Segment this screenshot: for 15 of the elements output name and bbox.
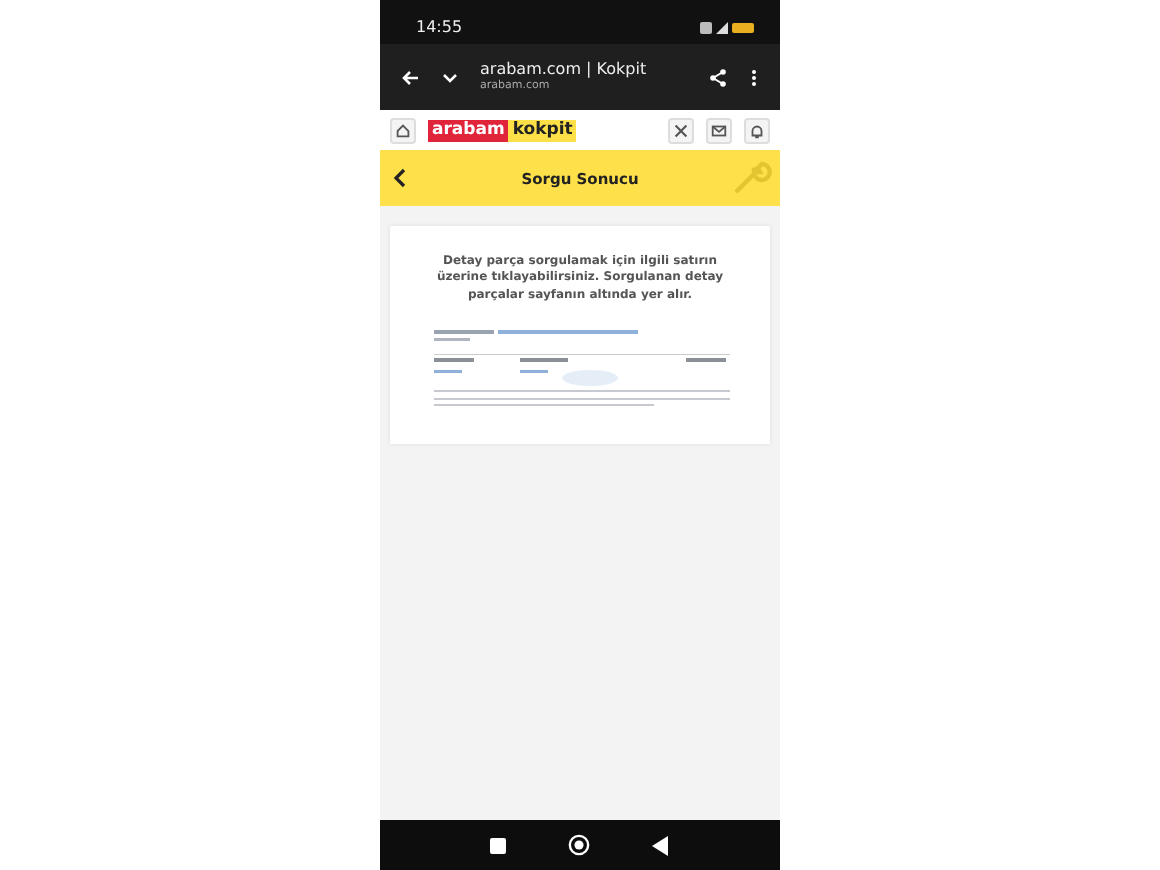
status-icons (700, 20, 756, 36)
logo-text[interactable]: kokpit (508, 119, 577, 141)
back-icon[interactable] (392, 168, 408, 188)
page-title: arabam.com | Kokpit (480, 60, 649, 79)
more-icon[interactable] (748, 67, 760, 87)
home-icon[interactable] (390, 117, 416, 143)
back-arrow-icon[interactable] (400, 67, 420, 87)
mail-icon[interactable] (706, 117, 732, 143)
back-triangle-icon[interactable] (651, 835, 670, 855)
logo-text[interactable]: arabam (428, 119, 509, 141)
share-icon[interactable] (708, 67, 728, 87)
home-button-icon[interactable] (567, 834, 590, 856)
clock: 14:55 (416, 18, 463, 36)
bell-icon[interactable] (744, 117, 770, 143)
recent-apps-icon[interactable] (490, 837, 507, 853)
